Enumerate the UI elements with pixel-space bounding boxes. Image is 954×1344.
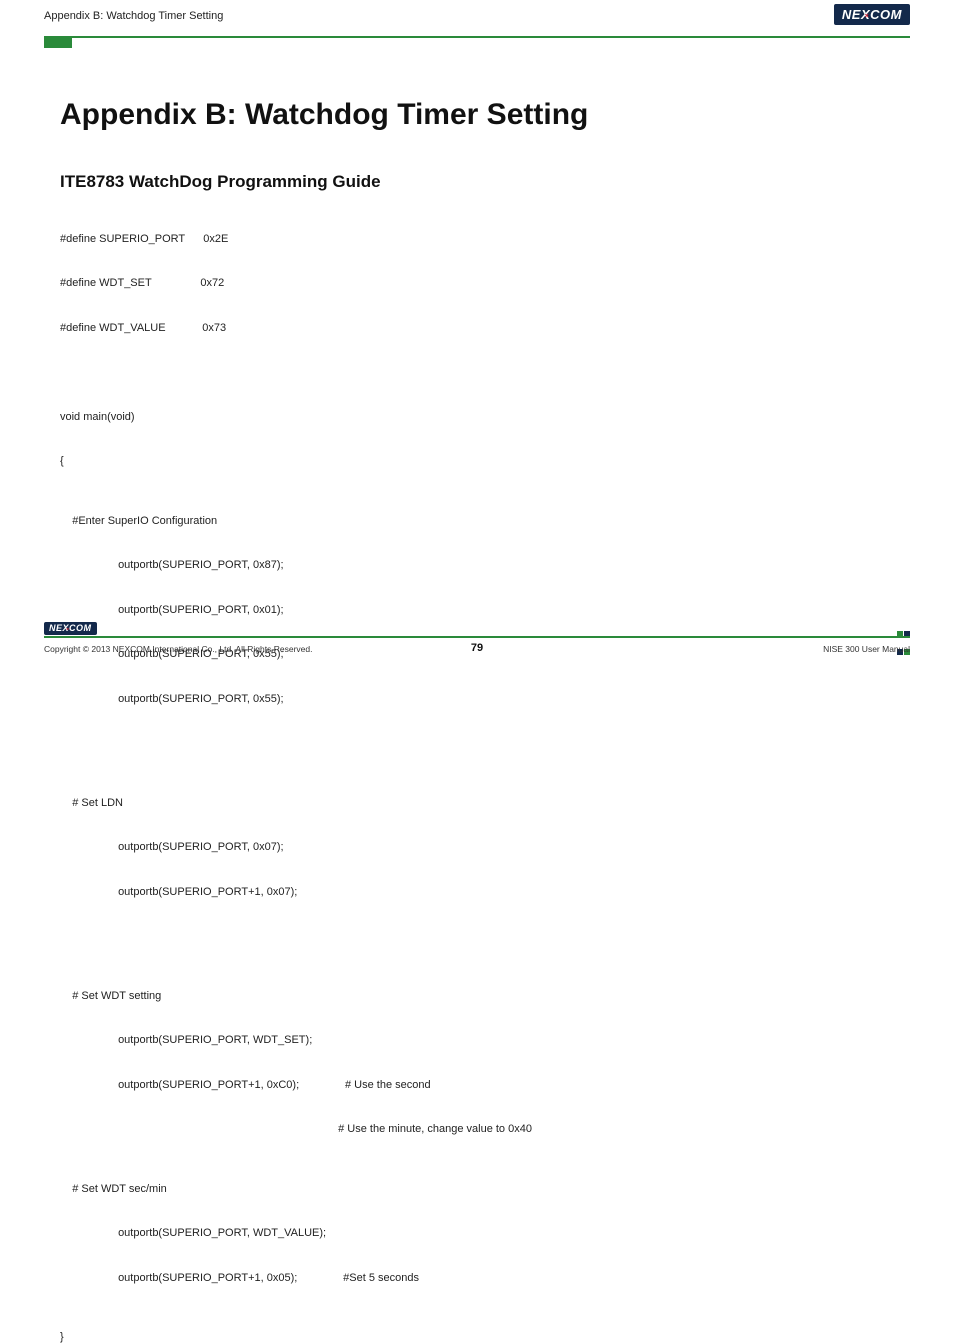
code-stmt: outportb(SUPERIO_PORT+1, 0x05); #Set 5 s… — [60, 1271, 894, 1286]
code-comment: # Set WDT setting — [60, 989, 894, 1004]
code-blank — [60, 929, 894, 944]
page-content: Appendix B: Watchdog Timer Setting ITE87… — [60, 38, 894, 1344]
code-stmt: outportb(SUPERIO_PORT, 0x01); — [60, 603, 894, 618]
code-stmt: outportb(SUPERIO_PORT+1, 0xC0); # Use th… — [60, 1078, 894, 1093]
code-stmt: outportb(SUPERIO_PORT, WDT_VALUE); — [60, 1226, 894, 1241]
code-stmt: outportb(SUPERIO_PORT, 0x07); — [60, 840, 894, 855]
section-subtitle: ITE8783 WatchDog Programming Guide — [60, 172, 894, 192]
code-define: #define SUPERIO_PORT 0x2E — [60, 232, 894, 247]
code-brace-open: { — [60, 454, 894, 469]
code-stmt: outportb(SUPERIO_PORT, WDT_SET); — [60, 1033, 894, 1048]
code-blank — [60, 365, 894, 380]
code-blank — [60, 736, 894, 751]
code-listing: #define SUPERIO_PORT 0x2E #define WDT_SE… — [60, 202, 894, 1344]
page-title: Appendix B: Watchdog Timer Setting — [60, 98, 894, 132]
code-define: #define WDT_SET 0x72 — [60, 276, 894, 291]
footer-manual-name: NISE 300 User Manual — [823, 644, 910, 654]
code-main-decl: void main(void) — [60, 410, 894, 425]
footer-rule: Copyright © 2013 NEXCOM International Co… — [44, 636, 910, 662]
header-tab-accent — [44, 38, 72, 48]
page-footer: NEXCOM Copyright © 2013 NEXCOM Internati… — [44, 636, 910, 662]
nexcom-logo-icon: NEXCOM — [44, 622, 97, 635]
footer-page-number: 79 — [44, 642, 910, 654]
brand-logo: NEXCOM — [834, 4, 910, 25]
header-section-label: Appendix B: Watchdog Timer Setting — [44, 10, 223, 22]
code-stmt: outportb(SUPERIO_PORT, 0x87); — [60, 558, 894, 573]
code-brace-close: } — [60, 1330, 894, 1344]
code-stmt: outportb(SUPERIO_PORT, 0x55); — [60, 692, 894, 707]
page-header: Appendix B: Watchdog Timer Setting NEXCO… — [44, 0, 910, 38]
code-comment: #Enter SuperIO Configuration — [60, 514, 894, 529]
footer-brand-logo: NEXCOM — [44, 618, 97, 636]
code-comment: # Set WDT sec/min — [60, 1182, 894, 1197]
nexcom-logo-icon: NEXCOM — [834, 4, 910, 25]
code-stmt: # Use the minute, change value to 0x40 — [60, 1122, 894, 1137]
code-comment: # Set LDN — [60, 796, 894, 811]
code-define: #define WDT_VALUE 0x73 — [60, 321, 894, 336]
code-stmt: outportb(SUPERIO_PORT+1, 0x07); — [60, 885, 894, 900]
